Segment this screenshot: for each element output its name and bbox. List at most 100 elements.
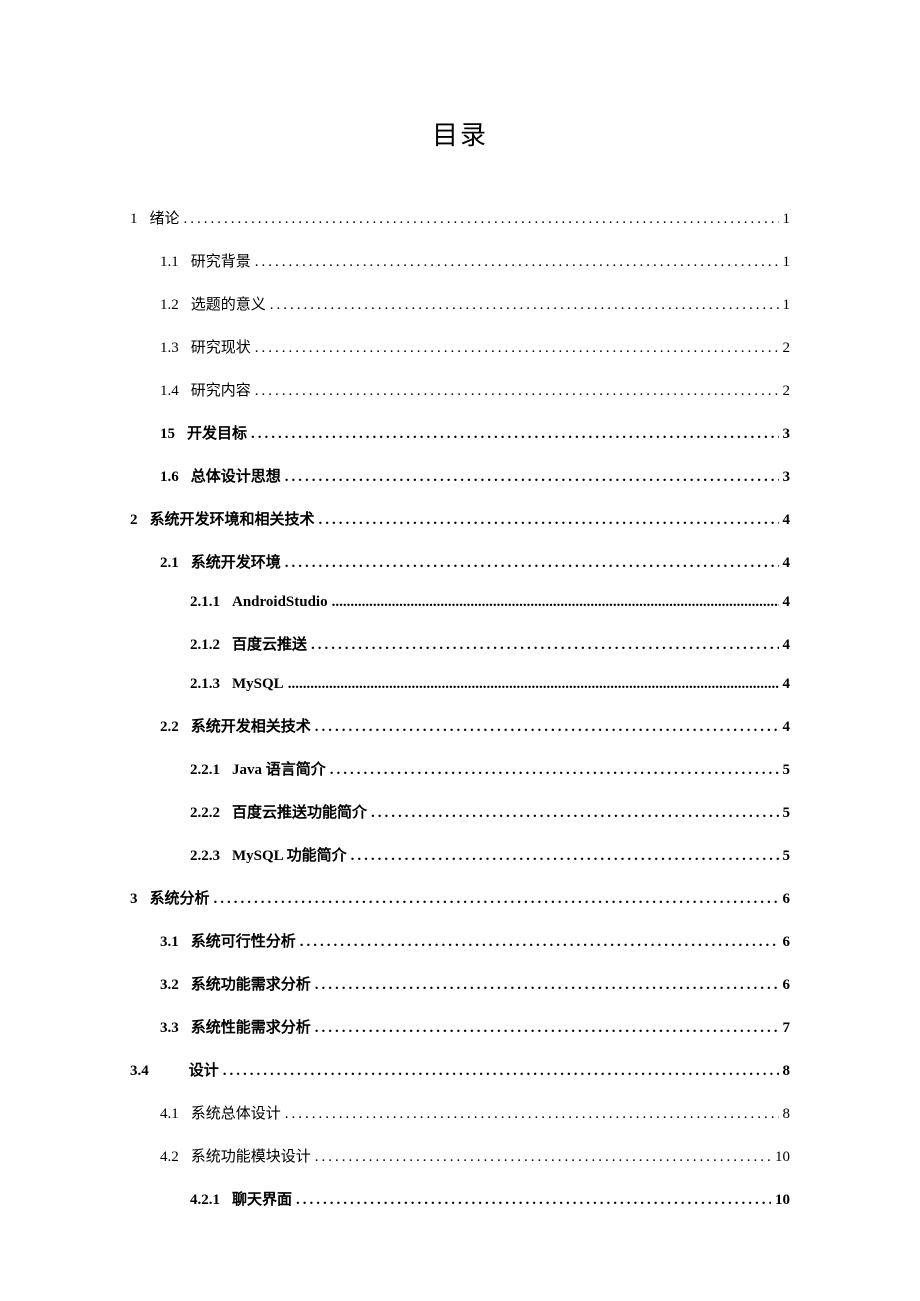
toc-entry-page: 3 xyxy=(783,426,791,443)
toc-leader-dots: ........................................… xyxy=(285,469,779,486)
toc-entry-label: 系统分析 xyxy=(150,887,210,908)
toc-entry[interactable]: 2.1.2百度云推送..............................… xyxy=(130,633,790,654)
toc-entry-number: 3.4 xyxy=(130,1063,149,1080)
toc-entry[interactable]: 1.3研究现状.................................… xyxy=(130,336,790,357)
toc-entry-number: 3.2 xyxy=(160,977,179,994)
toc-entry-label: 选题的意义 xyxy=(191,293,266,314)
toc-entry-label: 系统功能需求分析 xyxy=(191,973,311,994)
toc-entry-label: MySQL 功能简介 xyxy=(232,844,347,865)
toc-entry-number: 4.2.1 xyxy=(190,1192,220,1209)
toc-entry-page: 5 xyxy=(783,848,791,865)
toc-entry-number: 2.1.1 xyxy=(190,594,220,611)
toc-entry-number: 15 xyxy=(160,426,175,443)
toc-entry-label: 系统开发环境 xyxy=(191,551,281,572)
toc-entry-page: 5 xyxy=(783,762,791,779)
toc-entry[interactable]: 1绪论.....................................… xyxy=(130,207,790,228)
toc-entry[interactable]: 1.6总体设计思想...............................… xyxy=(130,465,790,486)
toc-entry-label: 研究背景 xyxy=(191,250,251,271)
toc-leader-dots: ........................................… xyxy=(255,254,779,271)
toc-entry[interactable]: 1.1研究背景.................................… xyxy=(130,250,790,271)
toc-leader-dots: ........................................… xyxy=(311,637,778,654)
table-of-contents: 1绪论.....................................… xyxy=(130,207,790,1209)
toc-entry-number: 2.2 xyxy=(160,719,179,736)
toc-leader-dots: ........................................… xyxy=(184,211,779,228)
toc-entry-label: 设计 xyxy=(189,1059,219,1080)
toc-entry-label: MySQL xyxy=(232,676,284,693)
toc-entry-page: 1 xyxy=(783,254,791,271)
toc-entry-number: 2.2.2 xyxy=(190,805,220,822)
toc-leader-dots: ........................................… xyxy=(255,383,779,400)
toc-entry[interactable]: 2.1系统开发环境...............................… xyxy=(130,551,790,572)
toc-entry-label: 研究现状 xyxy=(191,336,251,357)
toc-entry[interactable]: 1.4 研究内容.................................… xyxy=(130,379,790,400)
toc-entry-label: 总体设计思想 xyxy=(191,465,281,486)
toc-title: 目录 xyxy=(130,115,790,152)
toc-leader-dots: ........................................… xyxy=(214,891,779,908)
toc-leader-dots: ........................................… xyxy=(223,1063,779,1080)
toc-entry-page: 7 xyxy=(783,1020,791,1037)
toc-entry-page: 2 xyxy=(783,383,791,400)
toc-entry-page: 8 xyxy=(783,1063,791,1080)
toc-entry-page: 1 xyxy=(783,211,791,228)
toc-entry-label: 聊天界面 xyxy=(232,1188,292,1209)
toc-entry-number: 2.2.1 xyxy=(190,762,220,779)
toc-entry[interactable]: 3 系统分析...................................… xyxy=(130,887,790,908)
toc-entry-label: 系统性能需求分析 xyxy=(191,1016,311,1037)
toc-entry-page: 4 xyxy=(783,719,791,736)
toc-entry-label: 系统开发环境和相关技术 xyxy=(150,508,315,529)
toc-leader-dots: ........................................… xyxy=(288,676,779,693)
toc-entry[interactable]: 3.2 系统功能需求分析.............................… xyxy=(130,973,790,994)
toc-entry-number: 1.2 xyxy=(160,297,179,314)
toc-leader-dots: ........................................… xyxy=(300,934,779,951)
toc-entry[interactable]: 4.2.1聊天界面...............................… xyxy=(130,1188,790,1209)
toc-entry-number: 3.3 xyxy=(160,1020,179,1037)
toc-entry-page: 10 xyxy=(775,1192,790,1209)
toc-entry-label: AndroidStudio xyxy=(232,594,328,611)
toc-entry-label: 百度云推送功能简介 xyxy=(232,801,367,822)
toc-entry-page: 4 xyxy=(783,512,791,529)
toc-entry[interactable]: 3.1系统可行性分析..............................… xyxy=(130,930,790,951)
toc-leader-dots: ........................................… xyxy=(285,1106,779,1123)
toc-entry[interactable]: 1.2 选题的意义................................… xyxy=(130,293,790,314)
toc-entry[interactable]: 2.2.3MySQL 功能简介.........................… xyxy=(130,844,790,865)
toc-leader-dots: ........................................… xyxy=(371,805,778,822)
document-page: 目录 1绪论..................................… xyxy=(0,0,920,1209)
toc-entry-page: 5 xyxy=(783,805,791,822)
toc-entry[interactable]: 15 开发目标..................................… xyxy=(130,422,790,443)
toc-entry-page: 4 xyxy=(783,555,791,572)
toc-entry[interactable]: 3.3系统性能需求分析.............................… xyxy=(130,1016,790,1037)
toc-leader-dots: ........................................… xyxy=(255,340,779,357)
toc-entry-number: 3.1 xyxy=(160,934,179,951)
toc-entry-number: 1 xyxy=(130,211,138,228)
toc-entry-page: 4 xyxy=(783,676,791,693)
toc-entry[interactable]: 2.2 系统开发相关技术.............................… xyxy=(130,715,790,736)
toc-entry-number: 2.2.3 xyxy=(190,848,220,865)
toc-entry[interactable]: 3.4 设计...................................… xyxy=(130,1059,790,1080)
toc-entry[interactable]: 2.1.1 AndroidStudio......................… xyxy=(130,594,790,611)
toc-entry-label: 系统开发相关技术 xyxy=(191,715,311,736)
toc-entry[interactable]: 2.2.2 百度云推送功能简介..........................… xyxy=(130,801,790,822)
toc-entry[interactable]: 4.2系统功能模块设计.............................… xyxy=(130,1145,790,1166)
toc-leader-dots: ........................................… xyxy=(251,426,778,443)
toc-leader-dots: ........................................… xyxy=(270,297,779,314)
toc-leader-dots: ........................................… xyxy=(330,762,779,779)
toc-entry-page: 8 xyxy=(783,1106,791,1123)
toc-entry-page: 6 xyxy=(783,934,791,951)
toc-entry[interactable]: 2系统开发环境和相关技术............................… xyxy=(130,508,790,529)
toc-entry-page: 6 xyxy=(783,891,791,908)
toc-entry-number: 2.1.3 xyxy=(190,676,220,693)
toc-entry[interactable]: 2.2.1 Java 语言简介..........................… xyxy=(130,758,790,779)
toc-entry[interactable]: 2.1.3 MySQL..............................… xyxy=(130,676,790,693)
toc-leader-dots: ........................................… xyxy=(332,594,779,611)
toc-entry-number: 3 xyxy=(130,891,138,908)
toc-entry-label: 研究内容 xyxy=(191,379,251,400)
toc-entry-number: 1.4 xyxy=(160,383,179,400)
toc-entry-label: 开发目标 xyxy=(187,422,247,443)
toc-entry-label: Java 语言简介 xyxy=(232,758,326,779)
toc-leader-dots: ........................................… xyxy=(315,719,779,736)
toc-leader-dots: ........................................… xyxy=(315,977,779,994)
toc-entry-page: 6 xyxy=(783,977,791,994)
toc-entry[interactable]: 4.1系统总体设计...............................… xyxy=(130,1102,790,1123)
toc-entry-label: 系统功能模块设计 xyxy=(191,1145,311,1166)
toc-entry-page: 1 xyxy=(783,297,791,314)
